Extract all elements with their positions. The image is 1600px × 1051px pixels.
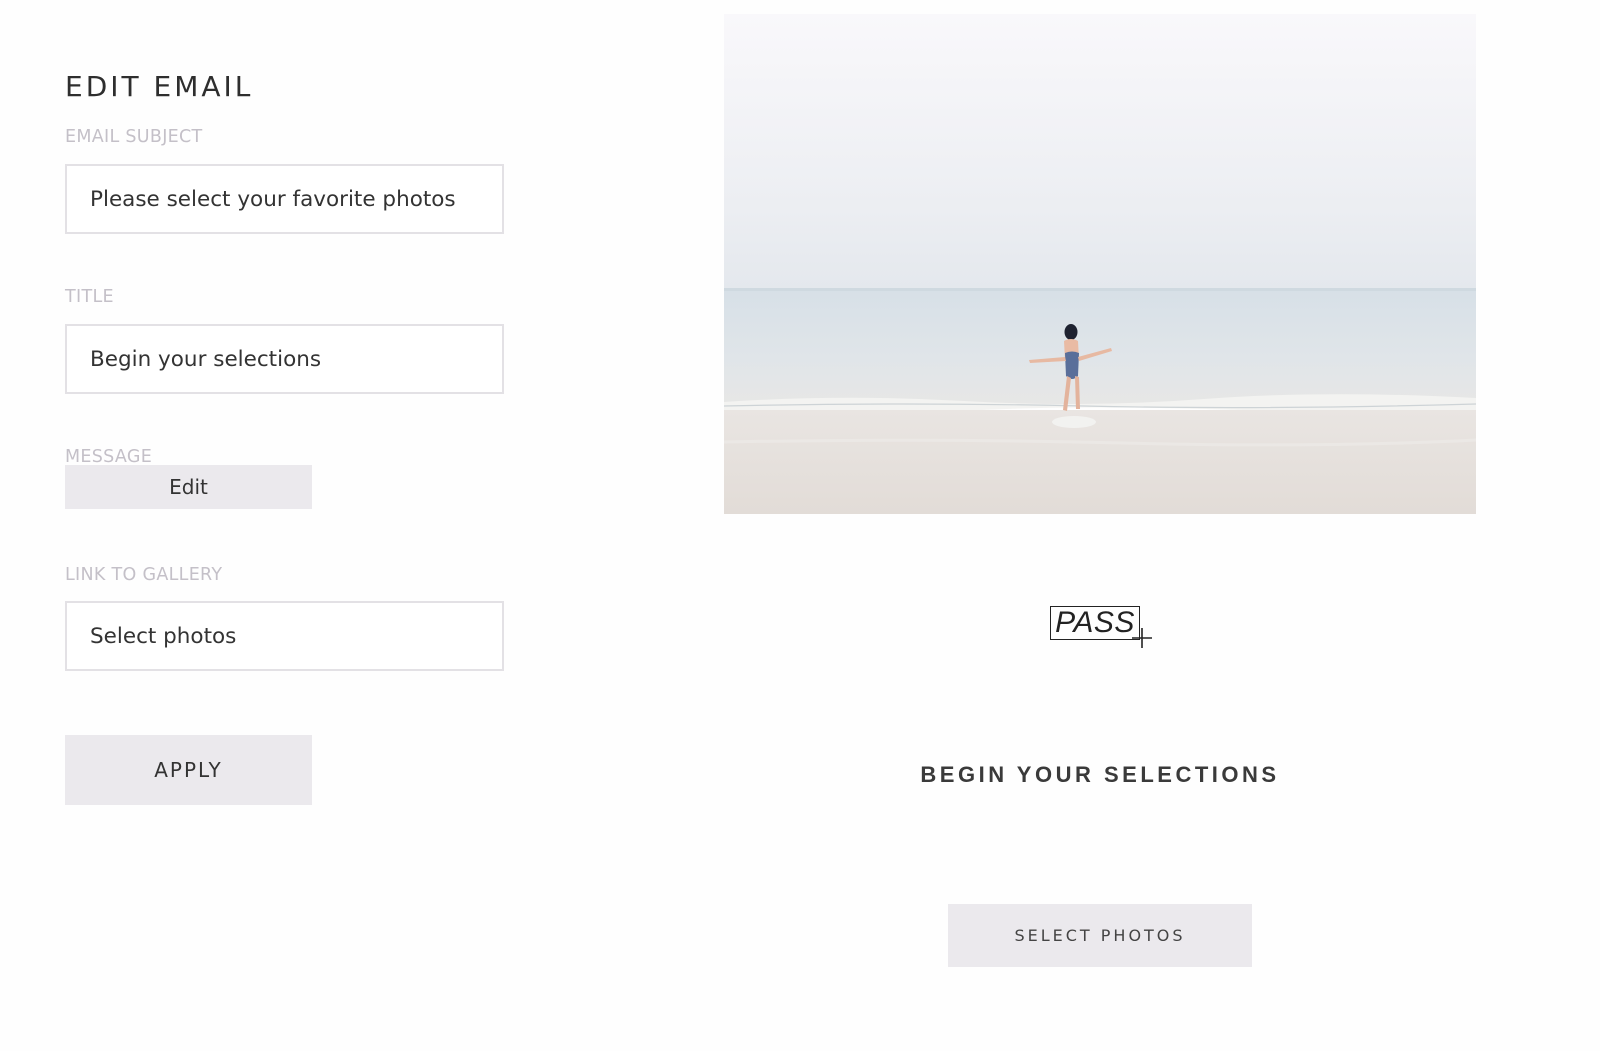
gallery-link-input[interactable] — [65, 601, 504, 671]
beach-photo — [724, 14, 1476, 514]
email-subject-input[interactable] — [65, 164, 504, 234]
email-subject-label: EMAIL SUBJECT — [65, 127, 203, 147]
preview-hero-photo — [724, 14, 1476, 514]
message-label: MESSAGE — [65, 447, 153, 467]
gallery-link-label: LINK TO GALLERY — [65, 565, 223, 585]
pass-logo: PASS — [1050, 606, 1154, 652]
title-label: TITLE — [65, 287, 114, 307]
edit-message-button[interactable]: Edit — [65, 465, 312, 509]
title-input[interactable] — [65, 324, 504, 394]
apply-button[interactable]: APPLY — [65, 735, 312, 805]
panel-title: EDIT EMAIL — [65, 70, 254, 103]
plus-icon — [1132, 628, 1152, 648]
select-photos-button[interactable]: SELECT PHOTOS — [948, 904, 1252, 967]
preview-heading: BEGIN YOUR SELECTIONS — [920, 762, 1280, 787]
pass-logo-text: PASS — [1050, 606, 1140, 640]
